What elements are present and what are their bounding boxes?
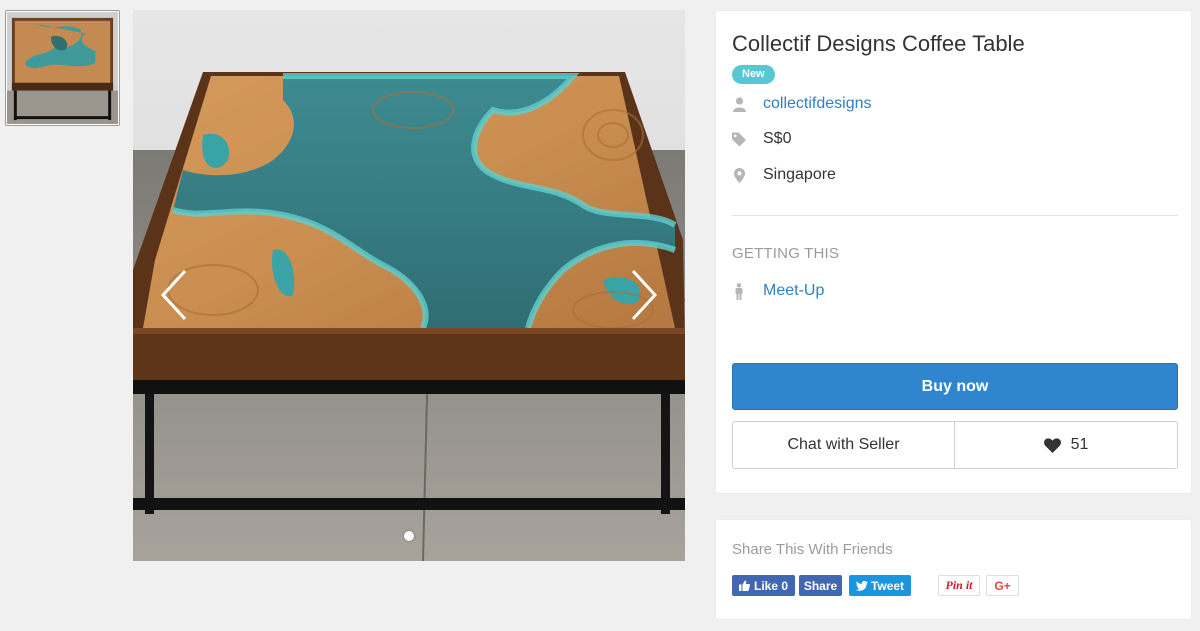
pinterest-label: Pin it [945, 578, 973, 592]
user-icon [732, 96, 746, 112]
previous-image-button[interactable] [155, 265, 195, 325]
next-image-button[interactable] [623, 265, 663, 325]
chevron-right-icon [631, 269, 658, 321]
product-photo [133, 10, 685, 561]
facebook-like-button[interactable]: Like 0 [732, 575, 795, 596]
carousel-dot[interactable] [404, 531, 414, 541]
gallery-thumbnail[interactable] [5, 10, 120, 126]
getting-this-heading: GETTING THIS [732, 245, 840, 262]
price-tag-icon [732, 131, 746, 147]
google-plus-label: G+ [994, 578, 1011, 593]
tweet-label: Tweet [870, 578, 905, 593]
condition-badge: New [732, 65, 775, 84]
action-buttons: Chat with Seller 51 [732, 421, 1178, 469]
price-row: S$0 [732, 128, 791, 150]
listing-details-card: Collectif Designs Coffee Table New colle… [715, 10, 1192, 494]
meetup-row: Meet-Up [732, 280, 824, 302]
person-icon [732, 282, 746, 300]
product-image-carousel[interactable] [133, 10, 685, 561]
chat-with-seller-button[interactable]: Chat with Seller [733, 422, 955, 468]
buy-now-button[interactable]: Buy now [732, 363, 1178, 410]
twitter-bird-icon [855, 580, 868, 591]
tweet-button[interactable]: Tweet [849, 575, 911, 596]
thumbs-up-icon [738, 580, 750, 591]
pinterest-button[interactable]: Pin it [938, 575, 980, 596]
facebook-share-button[interactable]: Share [799, 575, 842, 596]
seller-row: collectifdesigns [732, 93, 872, 115]
listing-title: Collectif Designs Coffee Table [732, 31, 1025, 56]
chevron-left-icon [160, 269, 187, 321]
google-plus-button[interactable]: G+ [986, 575, 1019, 596]
like-button[interactable]: 51 [955, 422, 1177, 468]
thumbnail-image [7, 12, 118, 124]
location-row: Singapore [732, 164, 836, 186]
facebook-share-label: Share [803, 578, 838, 593]
map-pin-icon [732, 167, 746, 183]
chat-button-label: Chat with Seller [787, 436, 900, 453]
location-value: Singapore [763, 166, 836, 183]
share-card: Share This With Friends Like 0 Share Twe… [715, 519, 1192, 620]
share-heading: Share This With Friends [732, 541, 893, 558]
heart-icon [1043, 437, 1061, 453]
meetup-link[interactable]: Meet-Up [763, 282, 824, 300]
price-value: S$0 [763, 130, 792, 147]
divider [732, 215, 1178, 216]
like-count: 51 [1070, 436, 1089, 453]
seller-link[interactable]: collectifdesigns [763, 95, 872, 113]
facebook-like-label: Like 0 [753, 578, 789, 593]
